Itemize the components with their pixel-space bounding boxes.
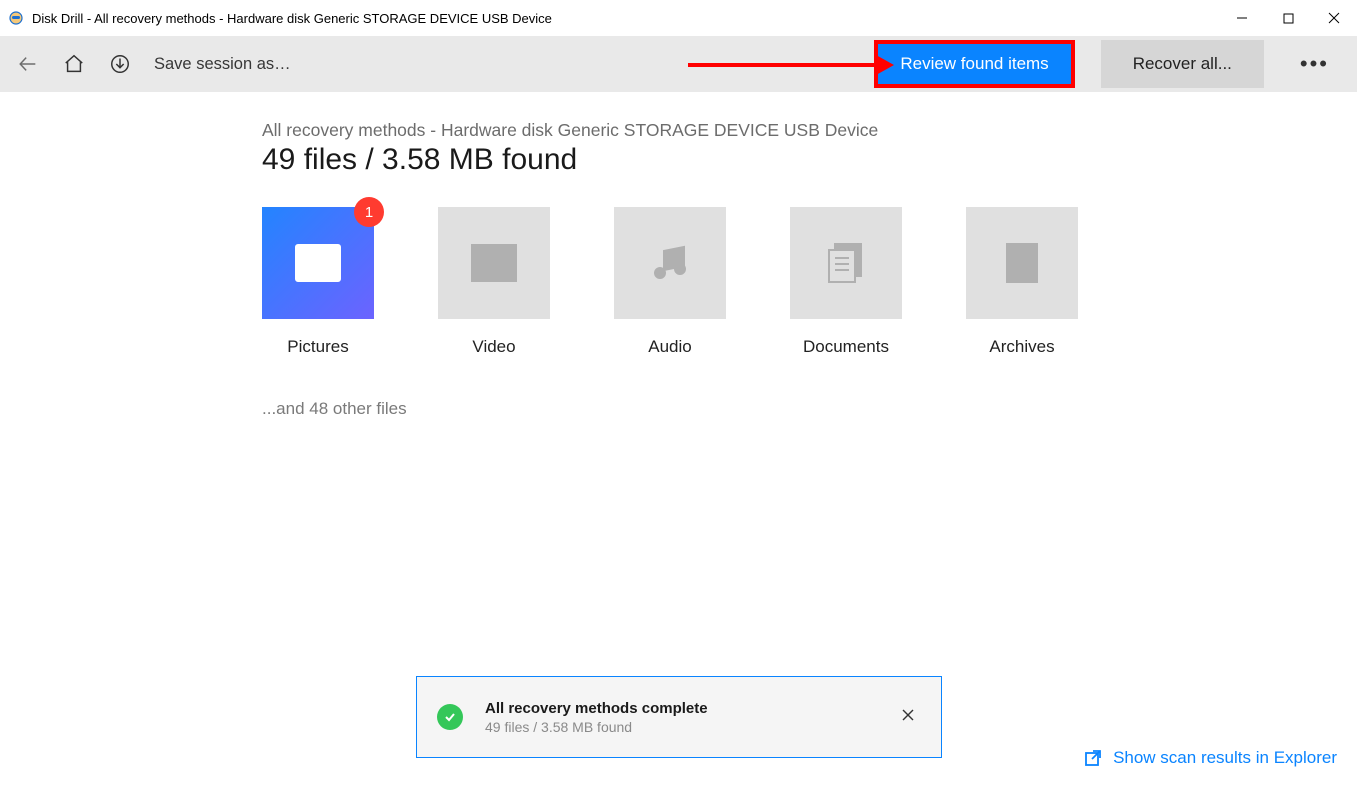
external-link-icon bbox=[1083, 748, 1103, 768]
more-options-button[interactable]: ••• bbox=[1284, 51, 1345, 77]
audio-tile bbox=[614, 207, 726, 319]
notification-subtitle: 49 files / 3.58 MB found bbox=[485, 719, 895, 735]
category-video[interactable]: Video bbox=[438, 207, 550, 357]
other-files-text: ...and 48 other files bbox=[262, 399, 1357, 419]
main-content: All recovery methods - Hardware disk Gen… bbox=[0, 92, 1357, 419]
review-button-highlight: Review found items bbox=[874, 40, 1074, 88]
maximize-button[interactable] bbox=[1265, 0, 1311, 36]
audio-label: Audio bbox=[648, 337, 691, 357]
video-label: Video bbox=[472, 337, 515, 357]
category-pictures[interactable]: 1 Pictures bbox=[262, 207, 374, 357]
category-row: 1 Pictures Video Audio Documents A bbox=[262, 207, 1357, 357]
documents-label: Documents bbox=[803, 337, 889, 357]
window-title: Disk Drill - All recovery methods - Hard… bbox=[32, 11, 1219, 26]
notification-title: All recovery methods complete bbox=[485, 700, 895, 717]
pictures-badge: 1 bbox=[354, 197, 384, 227]
category-archives[interactable]: Archives bbox=[966, 207, 1078, 357]
save-session-label[interactable]: Save session as… bbox=[154, 55, 291, 74]
video-tile bbox=[438, 207, 550, 319]
explorer-link-text: Show scan results in Explorer bbox=[1113, 748, 1337, 768]
notification-close-button[interactable] bbox=[895, 702, 921, 733]
recover-all-button[interactable]: Recover all... bbox=[1101, 40, 1264, 88]
app-icon bbox=[8, 10, 24, 26]
home-button[interactable] bbox=[58, 48, 90, 80]
download-icon[interactable] bbox=[104, 48, 136, 80]
scan-subtitle: All recovery methods - Hardware disk Gen… bbox=[262, 120, 1357, 141]
review-found-items-button[interactable]: Review found items bbox=[878, 44, 1070, 84]
back-button[interactable] bbox=[12, 48, 44, 80]
check-icon bbox=[437, 704, 463, 730]
close-button[interactable] bbox=[1311, 0, 1357, 36]
scan-headline: 49 files / 3.58 MB found bbox=[262, 143, 1357, 177]
scan-complete-notification: All recovery methods complete 49 files /… bbox=[416, 676, 942, 758]
show-in-explorer-link[interactable]: Show scan results in Explorer bbox=[1083, 748, 1337, 768]
pictures-label: Pictures bbox=[287, 337, 348, 357]
minimize-button[interactable] bbox=[1219, 0, 1265, 36]
titlebar: Disk Drill - All recovery methods - Hard… bbox=[0, 0, 1357, 36]
archives-label: Archives bbox=[989, 337, 1054, 357]
archives-tile bbox=[966, 207, 1078, 319]
category-documents[interactable]: Documents bbox=[790, 207, 902, 357]
category-audio[interactable]: Audio bbox=[614, 207, 726, 357]
pictures-tile bbox=[262, 207, 374, 319]
documents-tile bbox=[790, 207, 902, 319]
toolbar: Save session as… Review found items Reco… bbox=[0, 36, 1357, 92]
